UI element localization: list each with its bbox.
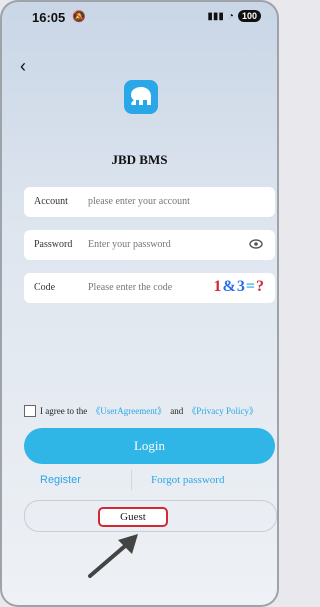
pointer-arrow-icon bbox=[88, 534, 138, 578]
login-button[interactable]: Login bbox=[24, 428, 275, 464]
agree-prefix: I agree to the bbox=[40, 405, 88, 416]
agreement-row: I agree to the 《UserAgreement》 and 《Priv… bbox=[24, 404, 258, 417]
register-link[interactable]: Register bbox=[40, 474, 81, 486]
password-label: Password bbox=[34, 239, 73, 250]
guest-highlight[interactable]: Guest bbox=[98, 507, 168, 527]
code-field[interactable]: Code Please enter the code 1&3=? bbox=[24, 273, 275, 303]
agree-and: and bbox=[170, 405, 184, 416]
phone-screen: 16:05 🔕 ▮▮▮ ◔ 100 ‹ JBD BMS Account plea… bbox=[0, 0, 279, 607]
battery-icon: 100 bbox=[237, 10, 261, 22]
status-time: 16:05 bbox=[32, 10, 66, 25]
app-title: JBD BMS bbox=[111, 152, 168, 167]
code-label: Code bbox=[34, 282, 56, 293]
password-field[interactable]: Password Enter your password bbox=[24, 230, 275, 260]
link-divider bbox=[131, 470, 132, 490]
status-bar: 16:05 🔕 ▮▮▮ ◔ 100 bbox=[0, 0, 279, 40]
forgot-password-link[interactable]: Forgot password bbox=[151, 474, 224, 486]
account-field[interactable]: Account please enter your account bbox=[24, 187, 275, 217]
app-logo bbox=[124, 80, 158, 114]
password-input[interactable]: Enter your password bbox=[88, 239, 171, 250]
eye-icon[interactable] bbox=[249, 238, 263, 250]
agree-checkbox[interactable] bbox=[24, 404, 36, 417]
account-label: Account bbox=[34, 196, 68, 207]
privacy-policy-link[interactable]: 《Privacy Policy》 bbox=[187, 404, 258, 417]
back-chevron-icon[interactable]: ‹ bbox=[20, 56, 26, 77]
signal-icon: ▮▮▮ bbox=[207, 10, 224, 22]
silent-bell-icon: 🔕 bbox=[72, 11, 86, 23]
captcha-image[interactable]: 1&3=? bbox=[214, 278, 265, 296]
code-input[interactable]: Please enter the code bbox=[88, 282, 172, 293]
elephant-icon bbox=[131, 87, 151, 105]
account-input[interactable]: please enter your account bbox=[88, 196, 190, 207]
user-agreement-link[interactable]: 《UserAgreement》 bbox=[91, 404, 166, 417]
wifi-icon: ◔ bbox=[227, 10, 234, 22]
status-icons: ▮▮▮ ◔ 100 bbox=[207, 10, 261, 22]
